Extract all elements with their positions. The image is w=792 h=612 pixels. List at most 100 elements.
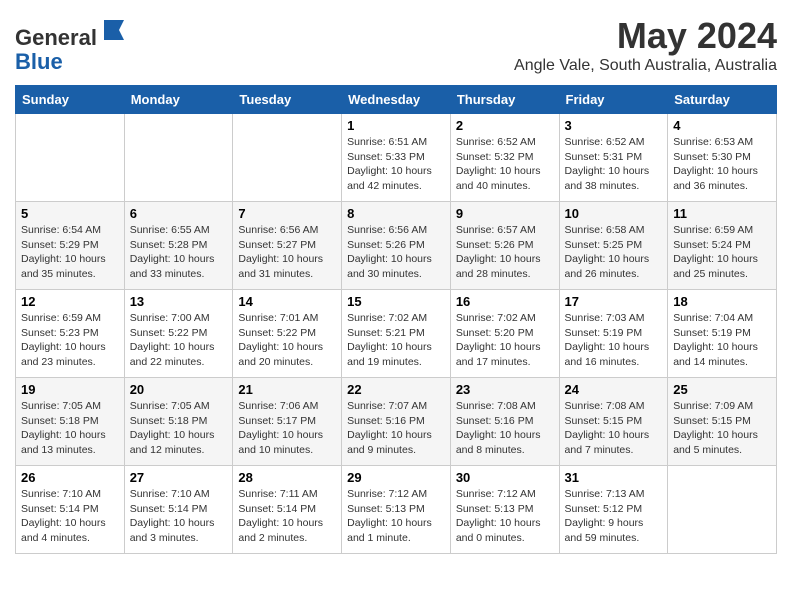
day-number: 31 <box>565 470 663 485</box>
calendar-cell: 22 Sunrise: 7:07 AM Sunset: 5:16 PM Dayli… <box>342 378 451 466</box>
day-number: 5 <box>21 206 119 221</box>
day-info: Sunrise: 6:52 AM Sunset: 5:31 PM Dayligh… <box>565 135 663 194</box>
calendar-cell: 29 Sunrise: 7:12 AM Sunset: 5:13 PM Dayli… <box>342 466 451 554</box>
calendar-cell: 31 Sunrise: 7:13 AM Sunset: 5:12 PM Dayli… <box>559 466 668 554</box>
calendar-cell: 12 Sunrise: 6:59 AM Sunset: 5:23 PM Dayli… <box>16 290 125 378</box>
day-info: Sunrise: 7:08 AM Sunset: 5:16 PM Dayligh… <box>456 399 554 458</box>
day-number: 22 <box>347 382 445 397</box>
calendar-cell: 1 Sunrise: 6:51 AM Sunset: 5:33 PM Daylig… <box>342 114 451 202</box>
col-thursday: Thursday <box>450 86 559 114</box>
day-info: Sunrise: 6:53 AM Sunset: 5:30 PM Dayligh… <box>673 135 771 194</box>
calendar-cell: 11 Sunrise: 6:59 AM Sunset: 5:24 PM Dayli… <box>668 202 777 290</box>
calendar-cell: 21Sunrise: 7:06 AM Sunset: 5:17 PM Dayli… <box>233 378 342 466</box>
day-info: Sunrise: 7:04 AM Sunset: 5:19 PM Dayligh… <box>673 311 771 370</box>
calendar-week-2: 5 Sunrise: 6:54 AM Sunset: 5:29 PM Daylig… <box>16 202 777 290</box>
day-number: 3 <box>565 118 663 133</box>
day-number: 21 <box>238 382 336 397</box>
day-info: Sunrise: 7:10 AM Sunset: 5:14 PM Dayligh… <box>21 487 119 546</box>
calendar-cell: 5 Sunrise: 6:54 AM Sunset: 5:29 PM Daylig… <box>16 202 125 290</box>
calendar-cell: 8Sunrise: 6:56 AM Sunset: 5:26 PM Daylig… <box>342 202 451 290</box>
day-number: 11 <box>673 206 771 221</box>
day-number: 4 <box>673 118 771 133</box>
day-number: 10 <box>565 206 663 221</box>
day-info: Sunrise: 6:58 AM Sunset: 5:25 PM Dayligh… <box>565 223 663 282</box>
col-tuesday: Tuesday <box>233 86 342 114</box>
calendar-cell: 17 Sunrise: 7:03 AM Sunset: 5:19 PM Dayli… <box>559 290 668 378</box>
day-number: 20 <box>130 382 228 397</box>
day-info: Sunrise: 7:05 AM Sunset: 5:18 PM Dayligh… <box>130 399 228 458</box>
day-number: 26 <box>21 470 119 485</box>
day-number: 27 <box>130 470 228 485</box>
logo-flag-icon <box>99 15 129 45</box>
calendar-cell <box>16 114 125 202</box>
calendar-cell: 20 Sunrise: 7:05 AM Sunset: 5:18 PM Dayli… <box>124 378 233 466</box>
logo: General Blue <box>15 15 129 74</box>
day-number: 1 <box>347 118 445 133</box>
day-number: 30 <box>456 470 554 485</box>
calendar-cell <box>124 114 233 202</box>
calendar-week-4: 19 Sunrise: 7:05 AM Sunset: 5:18 PM Dayli… <box>16 378 777 466</box>
month-title: May 2024 <box>514 15 777 57</box>
day-number: 29 <box>347 470 445 485</box>
day-number: 23 <box>456 382 554 397</box>
day-info: Sunrise: 7:03 AM Sunset: 5:19 PM Dayligh… <box>565 311 663 370</box>
day-number: 14 <box>238 294 336 309</box>
calendar-cell: 2 Sunrise: 6:52 AM Sunset: 5:32 PM Daylig… <box>450 114 559 202</box>
calendar-cell: 18Sunrise: 7:04 AM Sunset: 5:19 PM Dayli… <box>668 290 777 378</box>
calendar-cell: 10 Sunrise: 6:58 AM Sunset: 5:25 PM Dayli… <box>559 202 668 290</box>
location: Angle Vale, South Australia, Australia <box>514 57 777 75</box>
day-number: 17 <box>565 294 663 309</box>
day-info: Sunrise: 7:13 AM Sunset: 5:12 PM Dayligh… <box>565 487 663 546</box>
col-friday: Friday <box>559 86 668 114</box>
calendar-cell <box>233 114 342 202</box>
col-monday: Monday <box>124 86 233 114</box>
logo-general: General <box>15 25 97 50</box>
day-info: Sunrise: 7:01 AM Sunset: 5:22 PM Dayligh… <box>238 311 336 370</box>
day-number: 13 <box>130 294 228 309</box>
day-info: Sunrise: 7:12 AM Sunset: 5:13 PM Dayligh… <box>456 487 554 546</box>
day-number: 2 <box>456 118 554 133</box>
day-info: Sunrise: 7:12 AM Sunset: 5:13 PM Dayligh… <box>347 487 445 546</box>
day-number: 9 <box>456 206 554 221</box>
calendar-cell: 19 Sunrise: 7:05 AM Sunset: 5:18 PM Dayli… <box>16 378 125 466</box>
day-number: 28 <box>238 470 336 485</box>
day-info: Sunrise: 6:57 AM Sunset: 5:26 PM Dayligh… <box>456 223 554 282</box>
day-number: 19 <box>21 382 119 397</box>
calendar-cell: 25Sunrise: 7:09 AM Sunset: 5:15 PM Dayli… <box>668 378 777 466</box>
day-info: Sunrise: 6:59 AM Sunset: 5:23 PM Dayligh… <box>21 311 119 370</box>
day-info: Sunrise: 7:00 AM Sunset: 5:22 PM Dayligh… <box>130 311 228 370</box>
col-sunday: Sunday <box>16 86 125 114</box>
calendar-cell <box>668 466 777 554</box>
day-info: Sunrise: 6:56 AM Sunset: 5:27 PM Dayligh… <box>238 223 336 282</box>
day-info: Sunrise: 7:02 AM Sunset: 5:20 PM Dayligh… <box>456 311 554 370</box>
calendar-cell: 14 Sunrise: 7:01 AM Sunset: 5:22 PM Dayli… <box>233 290 342 378</box>
calendar-cell: 9 Sunrise: 6:57 AM Sunset: 5:26 PM Daylig… <box>450 202 559 290</box>
calendar-cell: 28 Sunrise: 7:11 AM Sunset: 5:14 PM Dayli… <box>233 466 342 554</box>
calendar-cell: 7Sunrise: 6:56 AM Sunset: 5:27 PM Daylig… <box>233 202 342 290</box>
day-info: Sunrise: 7:11 AM Sunset: 5:14 PM Dayligh… <box>238 487 336 546</box>
calendar-cell: 27Sunrise: 7:10 AM Sunset: 5:14 PM Dayli… <box>124 466 233 554</box>
calendar-cell: 16Sunrise: 7:02 AM Sunset: 5:20 PM Dayli… <box>450 290 559 378</box>
header-row: Sunday Monday Tuesday Wednesday Thursday… <box>16 86 777 114</box>
day-info: Sunrise: 7:07 AM Sunset: 5:16 PM Dayligh… <box>347 399 445 458</box>
day-info: Sunrise: 6:51 AM Sunset: 5:33 PM Dayligh… <box>347 135 445 194</box>
calendar-cell: 30 Sunrise: 7:12 AM Sunset: 5:13 PM Dayli… <box>450 466 559 554</box>
calendar-cell: 15Sunrise: 7:02 AM Sunset: 5:21 PM Dayli… <box>342 290 451 378</box>
logo-blue: Blue <box>15 49 63 74</box>
day-info: Sunrise: 6:55 AM Sunset: 5:28 PM Dayligh… <box>130 223 228 282</box>
day-number: 12 <box>21 294 119 309</box>
title-block: May 2024 Angle Vale, South Australia, Au… <box>514 15 777 75</box>
calendar-cell: 4 Sunrise: 6:53 AM Sunset: 5:30 PM Daylig… <box>668 114 777 202</box>
page-header: General Blue May 2024 Angle Vale, South … <box>15 15 777 75</box>
day-number: 24 <box>565 382 663 397</box>
day-info: Sunrise: 7:08 AM Sunset: 5:15 PM Dayligh… <box>565 399 663 458</box>
day-info: Sunrise: 7:05 AM Sunset: 5:18 PM Dayligh… <box>21 399 119 458</box>
day-info: Sunrise: 6:52 AM Sunset: 5:32 PM Dayligh… <box>456 135 554 194</box>
calendar-cell: 13 Sunrise: 7:00 AM Sunset: 5:22 PM Dayli… <box>124 290 233 378</box>
day-info: Sunrise: 6:59 AM Sunset: 5:24 PM Dayligh… <box>673 223 771 282</box>
col-wednesday: Wednesday <box>342 86 451 114</box>
day-info: Sunrise: 6:54 AM Sunset: 5:29 PM Dayligh… <box>21 223 119 282</box>
calendar-week-1: 1 Sunrise: 6:51 AM Sunset: 5:33 PM Daylig… <box>16 114 777 202</box>
calendar-week-3: 12 Sunrise: 6:59 AM Sunset: 5:23 PM Dayli… <box>16 290 777 378</box>
day-info: Sunrise: 6:56 AM Sunset: 5:26 PM Dayligh… <box>347 223 445 282</box>
